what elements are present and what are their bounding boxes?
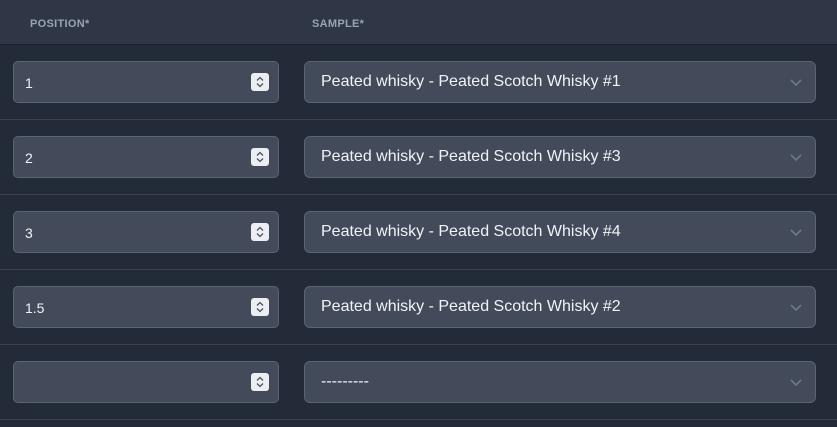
sample-value: Peated whisky - Peated Scotch Whisky #2 (321, 298, 621, 315)
stepper-icon[interactable] (251, 73, 269, 91)
sample-select[interactable]: Peated whisky - Peated Scotch Whisky #1 (304, 61, 816, 103)
sample-value: --------- (321, 373, 369, 390)
sample-column-header: SAMPLE* (312, 18, 365, 30)
sample-value: Peated whisky - Peated Scotch Whisky #3 (321, 148, 621, 165)
position-value: 3 (25, 225, 33, 241)
position-value: 1 (25, 75, 33, 91)
table-row: 3 Peated whisky - Peated Scotch Whisky #… (0, 195, 837, 270)
table-header: POSITION* SAMPLE* (0, 0, 837, 45)
position-input[interactable] (13, 361, 279, 403)
stepper-icon[interactable] (251, 223, 269, 241)
sample-value: Peated whisky - Peated Scotch Whisky #4 (321, 223, 621, 240)
position-input[interactable]: 1 (13, 61, 279, 103)
position-column-header: POSITION* (30, 18, 90, 30)
chevron-down-icon (790, 79, 802, 87)
stepper-icon[interactable] (251, 298, 269, 316)
position-input[interactable]: 1.5 (13, 286, 279, 328)
position-input[interactable]: 2 (13, 136, 279, 178)
chevron-down-icon (790, 304, 802, 312)
table-row: 2 Peated whisky - Peated Scotch Whisky #… (0, 120, 837, 195)
position-value: 1.5 (25, 300, 45, 316)
chevron-down-icon (790, 154, 802, 162)
position-value: 2 (25, 150, 33, 166)
chevron-down-icon (790, 229, 802, 237)
chevron-down-icon (790, 379, 802, 387)
sample-select[interactable]: Peated whisky - Peated Scotch Whisky #3 (304, 136, 816, 178)
table-row: --------- (0, 345, 837, 420)
sample-value: Peated whisky - Peated Scotch Whisky #1 (321, 73, 621, 90)
sample-select[interactable]: --------- (304, 361, 816, 403)
position-input[interactable]: 3 (13, 211, 279, 253)
sample-select[interactable]: Peated whisky - Peated Scotch Whisky #2 (304, 286, 816, 328)
table-row: 1 Peated whisky - Peated Scotch Whisky #… (0, 45, 837, 120)
sample-position-table: POSITION* SAMPLE* 1 Peated whisky - Peat… (0, 0, 837, 420)
sample-select[interactable]: Peated whisky - Peated Scotch Whisky #4 (304, 211, 816, 253)
table-row: 1.5 Peated whisky - Peated Scotch Whisky… (0, 270, 837, 345)
stepper-icon[interactable] (251, 148, 269, 166)
stepper-icon[interactable] (251, 373, 269, 391)
